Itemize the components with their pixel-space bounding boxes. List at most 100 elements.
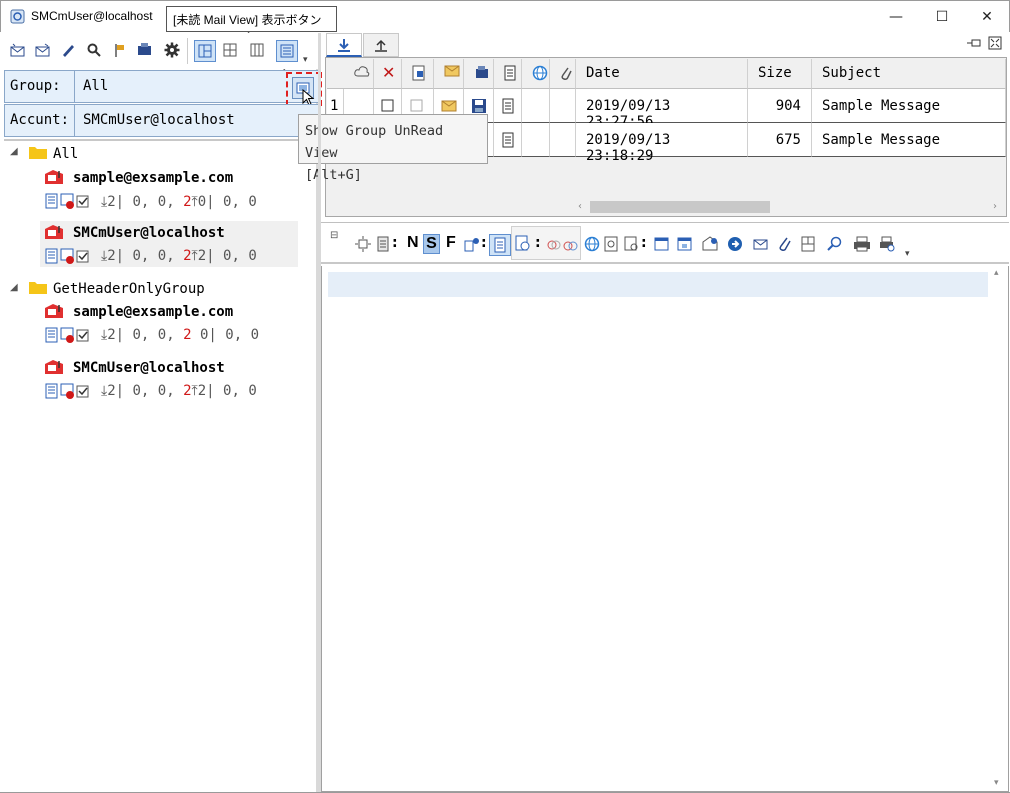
document-view-icon[interactable]: [801, 236, 815, 255]
separator-colon: :: [535, 235, 541, 251]
gear-icon[interactable]: [163, 41, 181, 59]
tree-account-name[interactable]: SMCmUser@localhost: [73, 225, 225, 241]
checkbox-icon: [410, 99, 423, 112]
view-text-icon[interactable]: [489, 234, 511, 256]
preview-toolbar: ⊟ : N S F : : : ▾: [321, 222, 1009, 264]
row-subject[interactable]: Sample Message: [812, 89, 1006, 123]
mail-open-icon[interactable]: [702, 236, 718, 255]
layout-grid-icon[interactable]: [221, 41, 239, 59]
mailbox-icon: [43, 302, 65, 323]
tree-account-name[interactable]: sample@exsample.com: [73, 170, 233, 186]
table-cell: [494, 123, 522, 157]
settings-icon[interactable]: [464, 236, 480, 255]
scroll-left-icon[interactable]: ‹: [578, 201, 582, 212]
account-settings-icon[interactable]: [136, 41, 154, 59]
tree-expand-icon[interactable]: ◢: [10, 146, 18, 157]
toolbar-overflow-icon[interactable]: ▾: [905, 249, 910, 259]
checkbox-icon: [381, 99, 394, 112]
header-doc[interactable]: [494, 59, 522, 89]
header-attachment[interactable]: [550, 59, 576, 89]
receive-mail-icon[interactable]: [9, 41, 27, 59]
s-button[interactable]: S: [423, 234, 440, 254]
tooltip-text: Show Group UnRead View: [305, 123, 444, 161]
header-web[interactable]: [522, 59, 550, 89]
mailbox-icon: [43, 358, 65, 379]
close-button[interactable]: ✕: [964, 1, 1010, 33]
unlink-icon[interactable]: [562, 236, 578, 255]
header-cloud[interactable]: [344, 59, 374, 89]
print-preview-icon[interactable]: [879, 236, 895, 255]
header-attach[interactable]: [402, 59, 434, 89]
scroll-up-icon[interactable]: ▴: [994, 268, 999, 278]
row-date[interactable]: 2019/09/13 23:18:29: [576, 123, 748, 164]
layout-columns-icon[interactable]: [248, 41, 266, 59]
print-icon[interactable]: [853, 236, 871, 255]
link-icon[interactable]: [546, 236, 562, 255]
layout-split-icon[interactable]: [194, 40, 216, 62]
find-in-page-icon[interactable]: [624, 236, 640, 255]
delete-icon[interactable]: ✕: [374, 59, 402, 89]
paperclip-icon: [561, 67, 572, 80]
separator-colon: :: [392, 235, 398, 251]
row-size[interactable]: 675: [748, 123, 812, 157]
row-subject[interactable]: Sample Message: [812, 123, 1006, 157]
document-icon: [502, 98, 514, 114]
table-cell: [550, 123, 576, 157]
tab-send[interactable]: [363, 33, 399, 57]
maximize-button[interactable]: ☐: [919, 1, 965, 33]
html-view-icon[interactable]: [515, 234, 531, 255]
text-view-icon[interactable]: [377, 236, 389, 255]
tree-account-name[interactable]: SMCmUser@localhost: [73, 360, 225, 376]
new-window-icon[interactable]: [677, 236, 693, 255]
next-arrow-icon[interactable]: [727, 236, 743, 255]
mailbox-icon: [43, 168, 65, 189]
header-date[interactable]: Date: [576, 59, 748, 89]
group-value[interactable]: All: [83, 78, 108, 94]
tree-group-name[interactable]: GetHeaderOnlyGroup: [53, 281, 205, 297]
flag-icon[interactable]: [111, 41, 129, 59]
globe-icon[interactable]: [584, 236, 600, 255]
account-status-icons: [45, 383, 95, 402]
tree-group-name[interactable]: All: [53, 146, 78, 162]
mail-preview-pane[interactable]: ▴ ▾: [321, 266, 1009, 792]
header-save[interactable]: [464, 59, 494, 89]
upload-icon: [375, 39, 387, 52]
tab-receive[interactable]: [326, 33, 362, 57]
left-panel: ▾ Group: All Accunt: SMCmUser@localhost: [1, 33, 322, 792]
fullscreen-icon[interactable]: [988, 36, 1002, 53]
minimize-button[interactable]: —: [873, 1, 919, 33]
collapse-icon[interactable]: ⊟: [330, 230, 338, 241]
reply-icon[interactable]: [753, 236, 769, 253]
zoom-icon[interactable]: [827, 236, 843, 255]
search-icon[interactable]: [85, 41, 103, 59]
window-title: SMCmUser@localhost: [31, 9, 153, 23]
app-icon: [10, 9, 25, 24]
account-icon: [476, 66, 488, 78]
row-size[interactable]: 904: [748, 89, 812, 123]
header-mail[interactable]: [434, 59, 464, 89]
header-size[interactable]: Size: [748, 59, 812, 89]
row-date[interactable]: 2019/09/13 23:27:56: [576, 89, 748, 130]
n-button[interactable]: N: [407, 234, 419, 252]
horizontal-scrollbar[interactable]: [590, 201, 770, 213]
pin-icon[interactable]: [966, 36, 982, 53]
scroll-down-icon[interactable]: ▾: [994, 778, 999, 788]
attach-icon[interactable]: [778, 236, 792, 255]
header-subject[interactable]: Subject: [812, 59, 1006, 89]
account-status-icons: [45, 248, 95, 267]
save-icon: [472, 99, 486, 113]
tree-account-name[interactable]: sample@exsample.com: [73, 304, 233, 320]
table-cell: [550, 89, 576, 123]
toolbar-overflow-icon[interactable]: ▾: [303, 55, 308, 65]
scroll-right-icon[interactable]: ›: [993, 201, 997, 212]
send-mail-icon[interactable]: [34, 41, 52, 59]
f-button[interactable]: F: [446, 234, 456, 252]
tree-expand-icon[interactable]: ◢: [10, 282, 18, 293]
layout-list-icon[interactable]: [276, 40, 298, 62]
at-sign-icon[interactable]: [604, 236, 618, 255]
account-value[interactable]: SMCmUser@localhost: [83, 112, 235, 128]
splitter[interactable]: [318, 33, 321, 792]
expand-icon[interactable]: [355, 236, 371, 255]
window-icon[interactable]: [654, 236, 670, 255]
compose-icon[interactable]: [59, 41, 77, 59]
